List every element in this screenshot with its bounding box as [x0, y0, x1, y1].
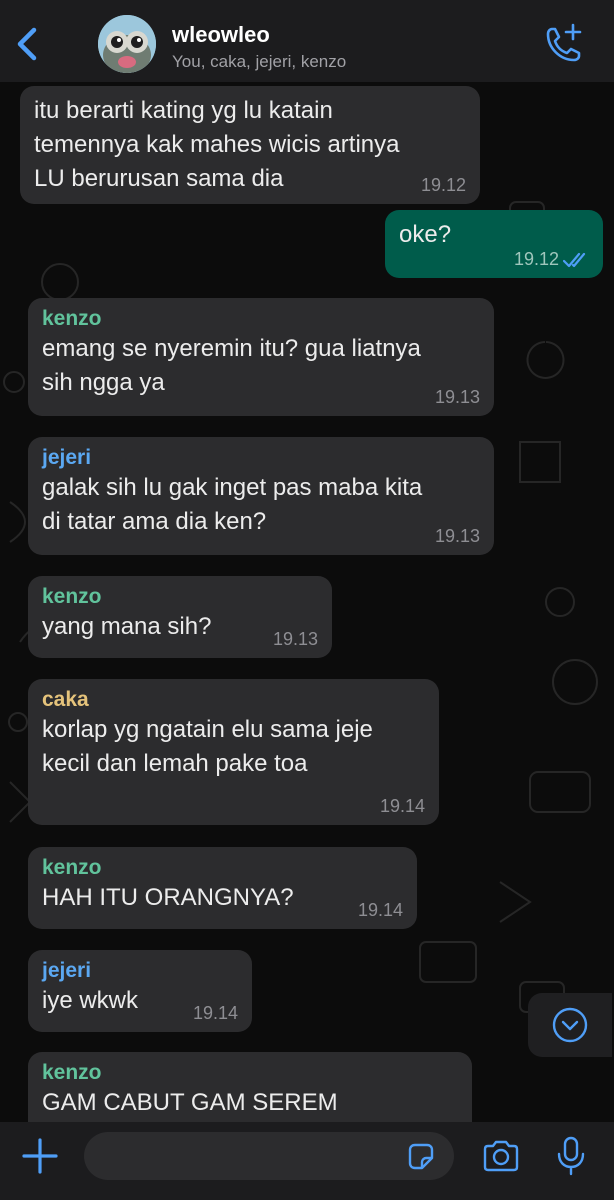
camera-icon[interactable]	[482, 1139, 520, 1173]
message-time: 19.13	[434, 387, 480, 407]
message-sender[interactable]: kenzo	[42, 855, 403, 881]
message-time: 19.14	[192, 1003, 238, 1023]
message-time: 19.12	[513, 249, 559, 269]
scroll-to-bottom-button[interactable]	[528, 993, 612, 1057]
message-time: 19.12	[420, 175, 466, 195]
message-time: 19.14	[357, 900, 403, 920]
message-bubble-incoming[interactable]: jejeri galak sih lu gak inget pas maba k…	[28, 437, 494, 555]
message-bubble-incoming[interactable]: jejeri iye wkwk 19.14	[28, 950, 252, 1032]
message-bubble-incoming[interactable]: kenzo yang mana sih? 19.13	[28, 576, 332, 658]
group-avatar[interactable]	[98, 15, 156, 73]
message-time: 19.13	[272, 629, 318, 649]
message-bubble-incoming[interactable]: kenzo emang se nyeremin itu? gua liatnya…	[28, 298, 494, 416]
message-list[interactable]: itu berarti kating yg lu katain temennya…	[0, 82, 614, 1122]
message-text: galak sih lu gak inget pas maba kita di …	[42, 474, 423, 535]
composer-bar	[0, 1122, 614, 1200]
message-sender[interactable]: kenzo	[42, 1060, 458, 1086]
chevron-down-circle-icon	[552, 1007, 588, 1043]
message-sender[interactable]: jejeri	[42, 445, 480, 471]
message-bubble-outgoing[interactable]: oke? 19.12	[385, 210, 603, 278]
double-check-read-icon	[563, 252, 586, 268]
chevron-left-icon[interactable]	[8, 20, 48, 68]
message-time: 19.14	[379, 796, 425, 816]
plus-icon[interactable]	[20, 1136, 60, 1176]
message-text: emang se nyeremin itu? gua liatnya sih n…	[42, 335, 421, 396]
message-text: GAM CABUT GAM SEREM	[42, 1089, 338, 1116]
message-sender[interactable]: kenzo	[42, 584, 318, 610]
message-text: HAH ITU ORANGNYA?	[42, 884, 294, 911]
message-text: korlap yg ngatain elu sama jeje kecil da…	[42, 716, 373, 777]
message-sender[interactable]: jejeri	[42, 958, 238, 984]
message-time: 19.13	[434, 526, 480, 546]
message-input[interactable]	[84, 1132, 454, 1180]
message-text: oke?	[399, 221, 452, 248]
microphone-icon[interactable]	[556, 1136, 586, 1176]
message-bubble-incoming[interactable]: itu berarti kating yg lu katain temennya…	[20, 86, 480, 204]
chat-participants[interactable]: You, caka, jejeri, kenzo	[172, 52, 346, 72]
message-sender[interactable]: caka	[42, 687, 425, 713]
sticker-icon[interactable]	[406, 1142, 436, 1172]
message-bubble-incoming[interactable]: kenzo GAM CABUT GAM SEREM	[28, 1052, 472, 1122]
message-bubble-incoming[interactable]: kenzo HAH ITU ORANGNYA? 19.14	[28, 847, 417, 929]
message-text: itu berarti kating yg lu katain temennya…	[34, 97, 400, 192]
phone-plus-icon[interactable]	[540, 22, 586, 68]
message-sender[interactable]: kenzo	[42, 306, 480, 332]
chat-header: wleowleo You, caka, jejeri, kenzo	[0, 0, 614, 82]
chat-title[interactable]: wleowleo	[172, 22, 270, 48]
message-bubble-incoming[interactable]: caka korlap yg ngatain elu sama jeje kec…	[28, 679, 439, 825]
